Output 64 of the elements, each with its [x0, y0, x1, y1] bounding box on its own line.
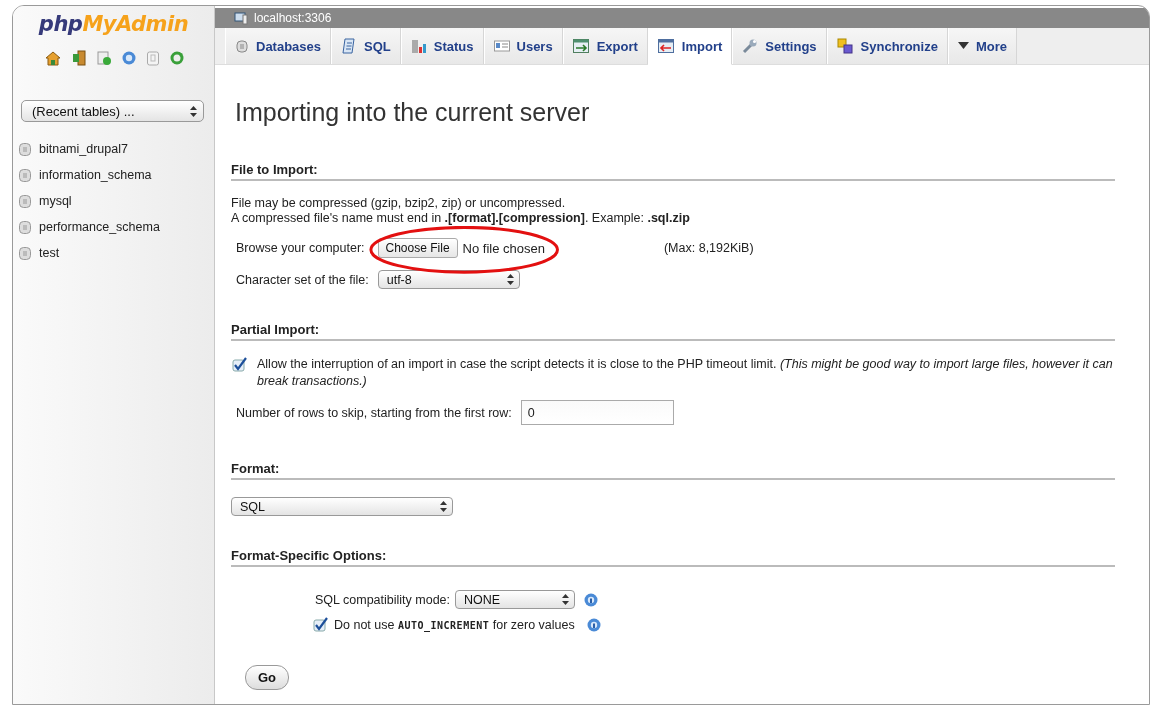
info-icon[interactable]	[122, 51, 136, 65]
choose-file-button[interactable]: Choose File	[377, 238, 458, 258]
checkbox[interactable]	[232, 357, 247, 372]
compatibility-dropdown[interactable]: NONE	[455, 590, 575, 609]
home-icon[interactable]	[45, 50, 61, 66]
caret-down-icon	[957, 42, 969, 50]
database-icon	[235, 39, 249, 53]
field-label: Character set of the file:	[236, 272, 369, 287]
database-icon	[19, 142, 31, 156]
server-icon	[234, 11, 248, 25]
sync-icon	[836, 38, 854, 54]
format-dropdown[interactable]: SQL	[231, 497, 453, 516]
updown-arrows-icon	[440, 501, 447, 512]
tab[interactable]: Users	[483, 28, 563, 64]
document-icon	[341, 38, 358, 54]
field-label: Number of rows to skip, starting from the first row:	[236, 405, 512, 420]
section-heading: Format:	[231, 461, 1115, 480]
section-heading: Format-Specific Options:	[231, 548, 1115, 567]
id-card-icon	[493, 40, 510, 52]
tab[interactable]: Export	[562, 28, 648, 64]
import-icon	[657, 38, 675, 54]
database-icon	[19, 246, 31, 260]
server-title: localhost:3306	[254, 11, 332, 25]
door-icon[interactable]	[71, 50, 87, 66]
checkbox-label: Allow the interruption of an import in case the script detects it is close to the PHP timeout limit. (This might be good way to import large files, however it can break transactions.)	[257, 356, 1114, 390]
database-link[interactable]: performance_schema	[39, 220, 160, 234]
go-button[interactable]: Go	[245, 665, 290, 690]
tab[interactable]: More	[947, 28, 1017, 64]
file-status: No file chosen	[462, 240, 545, 256]
updown-arrows-icon	[506, 274, 514, 285]
tab[interactable]: Synchronize	[826, 28, 948, 64]
help-icon[interactable]	[586, 617, 601, 632]
database-link[interactable]: information_schema	[39, 168, 152, 182]
updown-arrows-icon	[562, 594, 569, 605]
wrench-icon	[742, 38, 759, 54]
tab[interactable]: Databases	[225, 28, 332, 64]
tab[interactable]: SQL	[331, 28, 401, 64]
field-label: Browse your computer:	[236, 241, 365, 255]
database-icon	[19, 168, 31, 182]
checkbox[interactable]	[313, 617, 328, 632]
help-text: A compressed file's name must end in .[format].[compression]. Example: .sql.zip	[231, 211, 691, 226]
tab[interactable]: Import	[647, 28, 733, 65]
section-heading: Partial Import:	[231, 322, 1115, 341]
tab[interactable]: Settings	[732, 28, 827, 64]
database-icon	[19, 194, 31, 208]
field-label: SQL compatibility mode:	[315, 592, 450, 607]
charset-dropdown[interactable]: utf-8	[377, 270, 520, 289]
recent-tables-dropdown[interactable]: (Recent tables) ...	[21, 100, 204, 122]
help-text: File may be compressed (gzip, bzip2, zip) or uncompressed.	[231, 196, 567, 211]
rows-to-skip-field[interactable]: 0	[520, 400, 674, 425]
updown-arrows-icon	[190, 105, 197, 117]
database-link[interactable]: mysql	[39, 194, 72, 208]
database-link[interactable]: bitnami_drupal7	[39, 142, 128, 156]
page-title: Importing into the current server	[235, 98, 591, 128]
help-icon[interactable]	[584, 592, 598, 607]
checkbox-label: Do not use AUTO_INCREMENT for zero values	[334, 617, 575, 632]
section-heading: File to Import:	[231, 162, 1115, 181]
tab[interactable]: Status	[400, 28, 484, 64]
export-icon	[572, 38, 590, 54]
logo[interactable]: phpMyAdmin	[13, 6, 214, 36]
max-size-text: (Max: 8,192KiB)	[663, 241, 754, 255]
database-link[interactable]: test	[39, 246, 60, 260]
bar-chart-icon	[410, 38, 427, 54]
database-icon	[19, 220, 31, 234]
